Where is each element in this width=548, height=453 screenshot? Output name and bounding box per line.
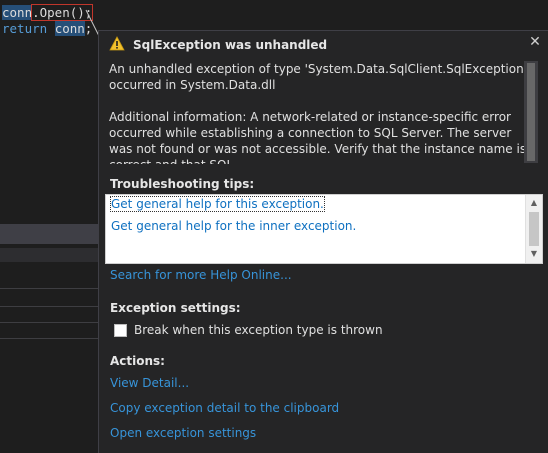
close-icon[interactable]: ✕: [527, 34, 543, 50]
scroll-down-icon[interactable]: ▼: [529, 249, 539, 259]
copy-detail-link[interactable]: Copy exception detail to the clipboard: [110, 401, 339, 415]
troubleshooting-tips-list: Get general help for this exception. Get…: [105, 194, 543, 264]
warning-icon: [109, 36, 125, 54]
exception-popup: SqlException was unhandled ✕ An unhandle…: [98, 30, 548, 453]
scroll-up-icon[interactable]: ▲: [529, 198, 539, 208]
exception-message-type: An unhandled exception of type 'System.D…: [109, 62, 528, 92]
editor-band-2: [0, 248, 98, 262]
view-detail-link[interactable]: View Detail...: [110, 376, 189, 390]
tips-heading: Troubleshooting tips:: [110, 177, 255, 191]
divider: [0, 338, 98, 339]
divider: [0, 288, 98, 289]
tip-link-exception-help[interactable]: Get general help for this exception.: [110, 196, 325, 212]
tip-link-inner-exception-help[interactable]: Get general help for the inner exception…: [111, 219, 356, 233]
tips-scrollbar[interactable]: ▲ ▼: [525, 195, 542, 263]
actions-heading: Actions:: [110, 354, 165, 368]
open-exception-settings-link[interactable]: Open exception settings: [110, 426, 256, 440]
tips-scrollbar-thumb[interactable]: [529, 212, 539, 246]
divider: [0, 322, 98, 323]
code-keyword-return: return: [2, 21, 48, 36]
exception-message-details: Additional information: A network-relate…: [109, 110, 527, 164]
message-scrollbar-thumb[interactable]: [527, 63, 535, 161]
code-line-1: conn.Open();: [2, 4, 94, 21]
popup-header: SqlException was unhandled: [109, 36, 327, 54]
code-line-2: return conn;: [2, 21, 92, 37]
break-on-throw-option[interactable]: Break when this exception type is thrown: [114, 323, 383, 337]
code-var-conn-2: conn: [54, 21, 85, 36]
exception-settings-heading: Exception settings:: [110, 301, 241, 315]
search-help-online-link[interactable]: Search for more Help Online...: [110, 268, 292, 282]
message-scrollbar[interactable]: [524, 61, 538, 163]
break-on-throw-label[interactable]: Break when this exception type is thrown: [134, 323, 383, 337]
code-var-conn: conn: [2, 5, 33, 20]
divider: [0, 306, 98, 307]
break-on-throw-checkbox[interactable]: [114, 323, 127, 337]
editor-band: [0, 224, 98, 244]
popup-title: SqlException was unhandled: [133, 38, 328, 52]
exception-message: An unhandled exception of type 'System.D…: [109, 61, 536, 164]
